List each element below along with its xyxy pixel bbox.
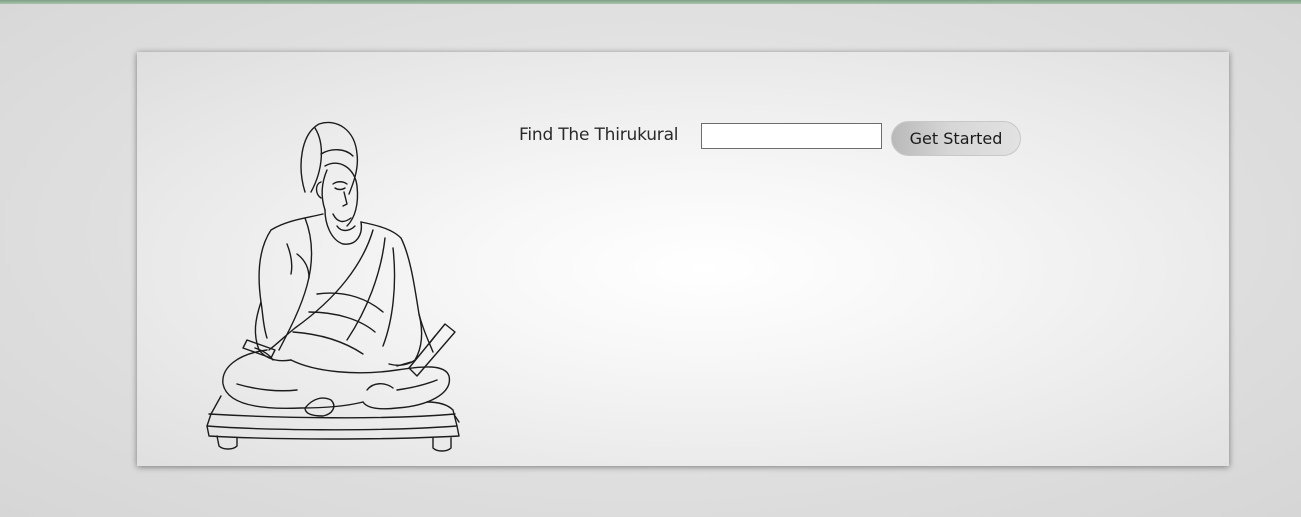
- search-label: Find The Thirukural: [519, 125, 679, 145]
- main-card: Find The Thirukural Get Started: [137, 52, 1229, 466]
- thirukural-search-input[interactable]: [701, 123, 882, 149]
- get-started-button[interactable]: Get Started: [891, 121, 1021, 156]
- top-accent-strip: [0, 0, 1301, 4]
- sage-illustration: [206, 121, 460, 452]
